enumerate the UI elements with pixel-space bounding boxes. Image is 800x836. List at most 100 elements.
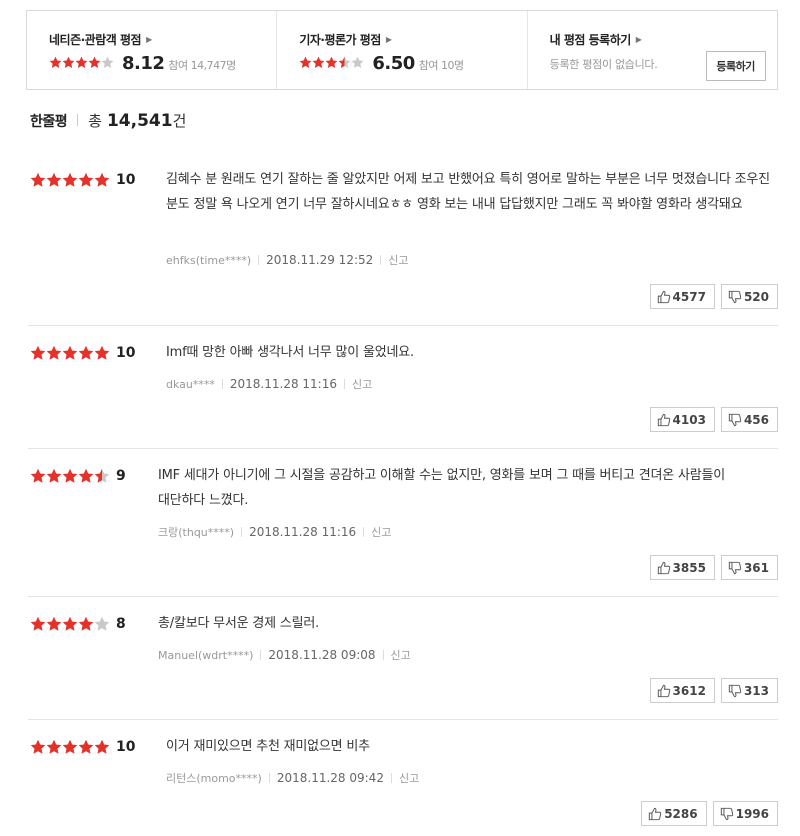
report-link[interactable]: 신고 <box>371 524 391 540</box>
review-score: 10 <box>116 739 136 755</box>
review-author[interactable]: ehfks(time****) <box>166 254 251 267</box>
report-link[interactable]: 신고 <box>388 252 408 268</box>
star-icon <box>78 345 94 361</box>
like-button[interactable]: 4577 <box>649 284 715 309</box>
thumbs-up-icon <box>657 684 670 697</box>
star-icon <box>46 345 62 361</box>
netizen-participants: 참여 14,747명 <box>168 59 236 72</box>
star-icon <box>62 56 75 69</box>
review-star-rating <box>30 172 110 188</box>
thumbs-down-icon <box>728 290 742 303</box>
thumbs-down-icon <box>728 684 742 697</box>
my-score-panel: 내 평점 등록하기 ▶ 등록한 평점이 없습니다. 등록하기 <box>526 11 777 89</box>
critic-score-title[interactable]: 기자·평론가 평점 ▶ <box>299 31 526 48</box>
like-count: 4577 <box>672 289 706 304</box>
report-link[interactable]: 신고 <box>391 647 411 663</box>
arrow-right-icon: ▶ <box>146 35 152 44</box>
review-date: 2018.11.28 11:16 <box>229 377 337 391</box>
review-item: 10 이거 재미있으면 추천 재미없으면 비추 리턴스(momo****) 20… <box>28 720 778 836</box>
review-item: 8 총/칼보다 무서운 경제 스릴러. Manuel(wdrt****) 201… <box>28 597 778 720</box>
divider <box>77 114 79 126</box>
review-item: 9 IMF 세대가 아니기에 그 시절을 공감하고 이해할 수는 없지만, 영화… <box>28 449 778 597</box>
report-link[interactable]: 신고 <box>352 376 372 392</box>
dislike-button[interactable]: 313 <box>720 678 778 703</box>
total-label: 총 <box>88 112 102 130</box>
star-icon <box>101 56 114 69</box>
review-star-rating <box>30 616 110 632</box>
star-icon <box>62 739 78 755</box>
like-count: 4103 <box>672 412 706 427</box>
review-section-header: 한줄평 총 14,541 건 <box>30 110 186 131</box>
dislike-button[interactable]: 456 <box>720 407 778 432</box>
star-icon <box>78 172 94 188</box>
star-icon <box>62 172 78 188</box>
review-author[interactable]: dkau**** <box>166 378 215 391</box>
netizen-score-panel: 네티즌·관람객 평점 ▶ 8.12 참여 14,747명 <box>27 11 276 89</box>
star-icon <box>94 616 110 632</box>
star-icon <box>312 56 325 69</box>
star-icon <box>75 56 88 69</box>
thumbs-up-icon <box>657 290 670 303</box>
dislike-button[interactable]: 520 <box>720 284 778 309</box>
review-text: IMF 세대가 아니기에 그 시절을 공감하고 이해할 수는 없지만, 영화를 … <box>158 468 726 508</box>
critic-score: 6.50 <box>372 53 415 74</box>
review-author[interactable]: Manuel(wdrt****) <box>158 649 253 662</box>
review-date: 2018.11.28 09:08 <box>268 648 376 662</box>
divider <box>390 773 392 783</box>
thumbs-up-icon <box>649 807 662 820</box>
star-icon <box>325 56 338 69</box>
review-score: 10 <box>116 172 136 188</box>
total-unit: 건 <box>172 112 187 130</box>
review-score: 10 <box>116 345 136 361</box>
divider <box>260 650 262 660</box>
total-count: 14,541 <box>106 111 173 131</box>
review-author[interactable]: 리턴스(momo****) <box>166 770 262 786</box>
critic-star-rating <box>299 56 364 69</box>
dislike-button[interactable]: 361 <box>720 555 778 580</box>
star-icon <box>94 468 110 484</box>
section-title: 한줄평 <box>30 114 68 130</box>
netizen-score: 8.12 <box>122 53 165 74</box>
review-star-rating <box>30 739 110 755</box>
divider <box>221 379 223 389</box>
review-author[interactable]: 크랑(thqu****) <box>158 524 234 540</box>
thumbs-down-icon <box>728 413 742 426</box>
star-icon <box>78 739 94 755</box>
like-button[interactable]: 3855 <box>649 555 715 580</box>
dislike-button[interactable]: 1996 <box>712 801 778 826</box>
score-summary: 네티즌·관람객 평점 ▶ 8.12 참여 14,747명 기자·평론가 평점 ▶ 6… <box>26 10 778 90</box>
like-button[interactable]: 5286 <box>641 801 707 826</box>
star-icon <box>30 172 46 188</box>
star-icon <box>338 56 351 69</box>
arrow-right-icon: ▶ <box>385 35 392 44</box>
star-icon <box>46 172 62 188</box>
dislike-count: 361 <box>743 560 769 575</box>
star-icon <box>78 468 94 484</box>
like-button[interactable]: 3612 <box>649 678 715 703</box>
thumbs-down-icon <box>720 807 733 820</box>
divider <box>258 255 260 265</box>
star-icon <box>94 739 110 755</box>
divider <box>363 527 365 537</box>
like-count: 5286 <box>664 806 698 821</box>
my-score-title[interactable]: 내 평점 등록하기 ▶ <box>550 31 777 48</box>
like-button[interactable]: 4103 <box>649 407 715 432</box>
register-rating-button[interactable]: 등록하기 <box>705 51 766 81</box>
divider <box>241 527 243 537</box>
report-link[interactable]: 신고 <box>399 770 419 786</box>
star-icon <box>62 468 78 484</box>
divider <box>343 379 345 389</box>
star-icon <box>30 468 46 484</box>
star-icon <box>30 345 46 361</box>
review-score: 9 <box>116 468 126 484</box>
netizen-score-title[interactable]: 네티즌·관람객 평점 ▶ <box>49 31 276 48</box>
dislike-count: 1996 <box>735 806 769 821</box>
star-icon <box>78 616 94 632</box>
review-date: 2018.11.29 12:52 <box>266 253 374 267</box>
netizen-star-rating <box>49 56 114 69</box>
star-icon <box>46 468 62 484</box>
review-text: 이거 재미있으면 추천 재미없으면 비추 <box>166 739 370 754</box>
like-count: 3855 <box>672 560 706 575</box>
star-icon <box>62 345 78 361</box>
star-icon <box>88 56 101 69</box>
